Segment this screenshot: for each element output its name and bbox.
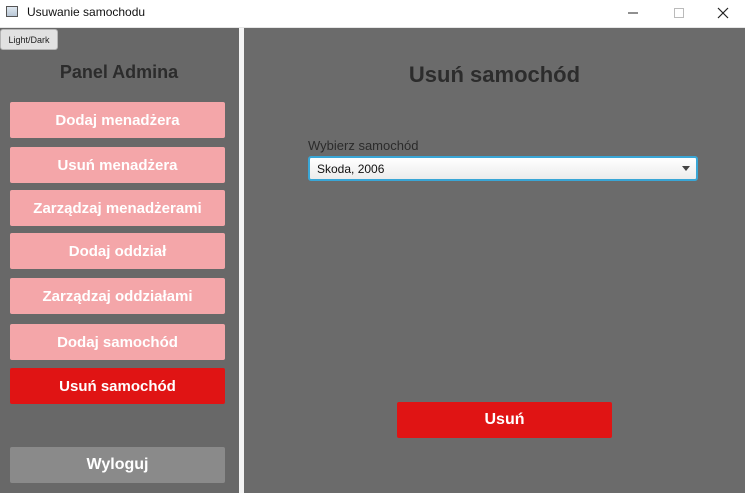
maximize-button[interactable]	[656, 0, 702, 27]
car-select-dropdown[interactable]: Skoda, 2006	[308, 156, 698, 181]
minimize-button[interactable]	[610, 0, 656, 27]
window-titlebar: Usuwanie samochodu	[0, 0, 745, 28]
add-manager-button[interactable]: Dodaj menadżera	[10, 102, 225, 138]
app-window-icon	[6, 6, 18, 17]
minimize-icon	[628, 12, 638, 14]
car-select-value: Skoda, 2006	[317, 162, 385, 176]
manage-branches-button[interactable]: Zarządzaj oddziałami	[10, 278, 225, 314]
delete-car-button[interactable]: Usuń	[397, 402, 612, 438]
add-branch-button[interactable]: Dodaj oddział	[10, 233, 225, 269]
close-button[interactable]	[700, 0, 745, 27]
car-select-label: Wybierz samochód	[308, 138, 419, 153]
remove-manager-button[interactable]: Usuń menadżera	[10, 147, 225, 183]
logout-button[interactable]: Wyloguj	[10, 447, 225, 483]
window-title: Usuwanie samochodu	[27, 5, 146, 19]
theme-toggle-button[interactable]: Light/Dark	[0, 29, 58, 50]
manage-managers-button[interactable]: Zarządzaj menadżerami	[10, 190, 225, 226]
admin-sidebar: Light/Dark Panel Admina Dodaj menadżera …	[0, 28, 238, 493]
maximize-icon	[674, 8, 684, 18]
chevron-down-icon	[682, 166, 690, 171]
main-content: Usuń samochód Wybierz samochód Skoda, 20…	[244, 28, 745, 493]
page-title: Usuń samochód	[408, 62, 581, 87]
add-car-button[interactable]: Dodaj samochód	[10, 324, 225, 360]
remove-car-button[interactable]: Usuń samochód	[10, 368, 225, 404]
panel-title: Panel Admina	[59, 62, 179, 82]
close-icon	[717, 7, 729, 19]
